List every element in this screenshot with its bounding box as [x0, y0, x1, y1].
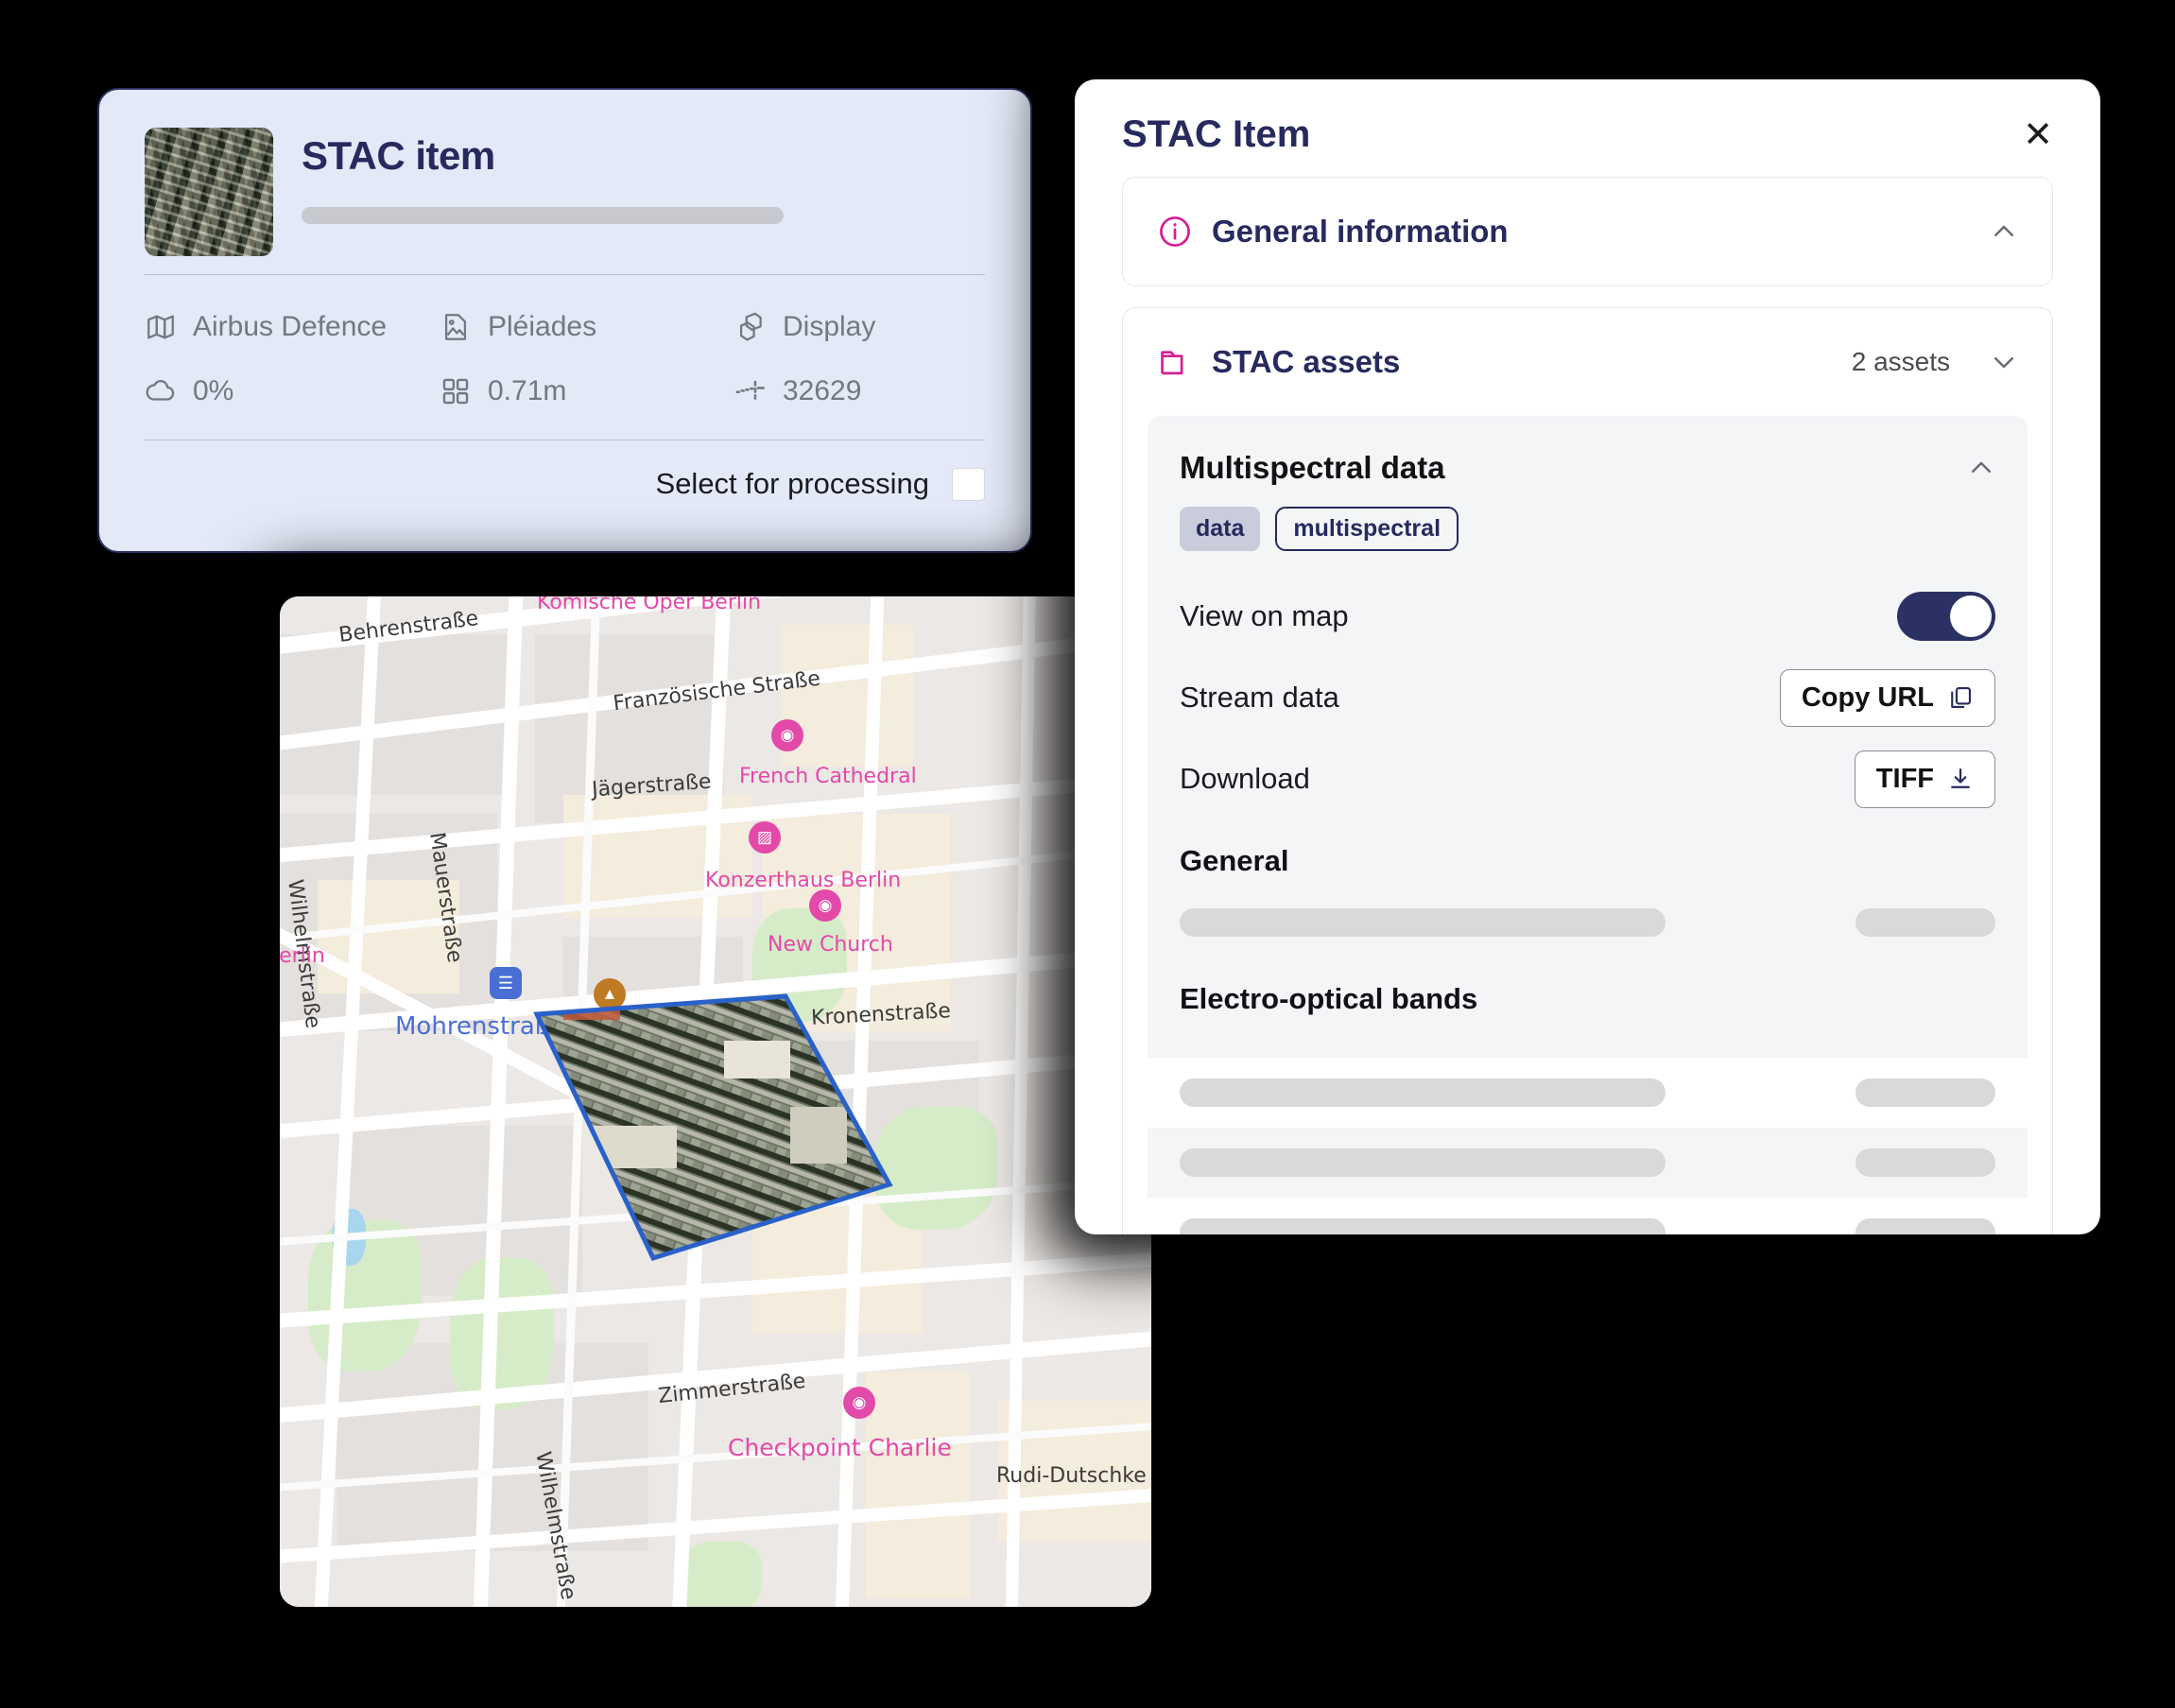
title-skeleton-bar [302, 207, 784, 224]
asset-tag-role[interactable]: data [1180, 507, 1260, 551]
metadata-provider-label: Airbus Defence [193, 311, 387, 343]
map-icon [145, 311, 177, 343]
detail-panel-title: STAC Item [1122, 113, 1310, 156]
skeleton-key [1180, 1218, 1666, 1234]
row-stream-data-label: Stream data [1180, 681, 1339, 715]
stac-assets-count: 2 assets [1852, 347, 1950, 377]
row-download[interactable]: Download TIFF [1148, 738, 2028, 819]
university-poi-icon[interactable]: ▲ [594, 978, 626, 1010]
skeleton-value [1856, 1148, 1995, 1177]
page-title: STAC item [302, 133, 985, 179]
skeleton-value [1856, 908, 1995, 937]
asset-title: Multispectral data [1180, 450, 1967, 486]
row-stream-data[interactable]: Stream data Copy URL [1148, 657, 2028, 738]
chevron-down-icon[interactable] [1990, 348, 2018, 376]
chevron-up-icon-asset[interactable] [1967, 454, 1995, 482]
table-row [1148, 1128, 2028, 1198]
map-label-rudi-dutschke: Rudi-Dutschke [996, 1464, 1147, 1488]
download-icon [1947, 766, 1974, 792]
map-label-french-cathedral: French Cathedral [739, 765, 917, 788]
route-shield-1: 1 [765, 1143, 803, 1175]
metadata-display-label: Display [783, 311, 875, 343]
stac-item-card[interactable]: STAC item Airbus Defence [97, 88, 1032, 553]
image-icon [440, 311, 472, 343]
metadata-platform-label: Pléiades [488, 311, 596, 343]
cube-icon [734, 311, 767, 343]
skeleton-key [1180, 908, 1666, 937]
section-general-information-title: General information [1212, 214, 1971, 250]
camera-poi-icon-new-church[interactable]: ◉ [809, 889, 841, 922]
bands-subsection-heading: Electro-optical bands [1148, 958, 2028, 1026]
camera-poi-icon-french-cathedral[interactable]: ◉ [771, 719, 803, 751]
map-panel[interactable]: Behrenstraße Komische Oper Berlin Franzö… [280, 596, 1151, 1607]
info-icon [1157, 214, 1193, 250]
dotted-line-icon [734, 375, 767, 407]
detail-panel-header: STAC Item ✕ [1075, 79, 2100, 177]
metadata-epsg: 32629 [734, 375, 985, 407]
cloud-icon [145, 375, 177, 407]
skeleton-key [1180, 1078, 1666, 1107]
stac-item-header: STAC item [145, 90, 985, 274]
metadata-provider: Airbus Defence [145, 311, 440, 343]
skeleton-value [1856, 1218, 1995, 1234]
folder-icon [1157, 344, 1193, 380]
map-label-checkpoint-charlie: Checkpoint Charlie [728, 1434, 952, 1461]
screenshot-stage: STAC item Airbus Defence [0, 0, 2175, 1708]
asset-tag-type[interactable]: multispectral [1275, 507, 1459, 551]
stac-item-detail-panel[interactable]: STAC Item ✕ General information [1075, 79, 2100, 1234]
skeleton-value [1856, 1078, 1995, 1107]
row-download-label: Download [1180, 762, 1310, 796]
general-subsection-heading: General [1148, 819, 2028, 888]
table-row [1148, 1198, 2028, 1234]
metadata-epsg-label: 32629 [783, 375, 861, 407]
section-stac-assets-title: STAC assets [1212, 344, 1833, 380]
toggle-knob [1950, 595, 1992, 637]
section-general-information-header[interactable]: General information [1123, 178, 2052, 285]
select-for-processing-checkbox[interactable] [952, 468, 985, 501]
electro-optical-bands-table [1148, 1058, 2028, 1234]
asset-tags: data multispectral [1148, 507, 2028, 576]
general-placeholder-row [1148, 888, 2028, 958]
section-stac-assets[interactable]: STAC assets 2 assets Multispectral data … [1122, 307, 2053, 1234]
download-tiff-button-label: TIFF [1876, 764, 1934, 795]
skeleton-key [1180, 1148, 1666, 1177]
metadata-cloud-cover: 0% [145, 375, 440, 407]
map-label-mohrenstrasse: Mohrenstraße [395, 1012, 565, 1041]
metadata-resolution: 0.71m [440, 375, 734, 407]
bands-spacer [1148, 1026, 2028, 1058]
metadata-cloud-label: 0% [193, 375, 233, 407]
metadata-platform: Pléiades [440, 311, 734, 343]
section-general-information[interactable]: General information [1122, 177, 2053, 286]
chevron-up-icon[interactable] [1990, 217, 2018, 246]
map-label-komische-oper: Komische Oper Berlin [537, 596, 761, 614]
stac-item-heading-block: STAC item [302, 128, 985, 224]
camera-poi-icon-checkpoint[interactable]: ◉ [843, 1387, 875, 1419]
stac-item-metadata-grid: Airbus Defence Pléiades Display [145, 275, 985, 440]
map-canvas[interactable]: Behrenstraße Komische Oper Berlin Franzö… [280, 596, 1151, 1607]
copy-url-button-label: Copy URL [1802, 682, 1934, 714]
copy-icon [1947, 684, 1974, 711]
metadata-display: Display [734, 311, 985, 343]
asset-card-header[interactable]: Multispectral data [1148, 416, 2028, 507]
view-on-map-toggle[interactable] [1897, 592, 1995, 641]
copy-url-button[interactable]: Copy URL [1780, 669, 1995, 727]
metadata-resolution-label: 0.71m [488, 375, 566, 407]
select-for-processing-row[interactable]: Select for processing [145, 440, 985, 527]
row-view-on-map-label: View on map [1180, 599, 1349, 633]
satellite-thumbnail[interactable] [145, 128, 273, 256]
asset-card-multispectral[interactable]: Multispectral data data multispectral Vi… [1148, 416, 2028, 1234]
table-row [1148, 1058, 2028, 1128]
theatre-poi-icon-konzerthaus[interactable]: ▨ [749, 821, 781, 854]
select-for-processing-label: Select for processing [656, 467, 929, 501]
map-label-konzerthaus: Konzerthaus Berlin [705, 869, 901, 892]
row-view-on-map[interactable]: View on map [1148, 576, 2028, 657]
close-icon[interactable]: ✕ [2023, 117, 2053, 153]
grid-icon [440, 375, 472, 407]
subway-station-icon-mohrenstrasse[interactable]: ☰ [490, 967, 522, 999]
map-label-new-church: New Church [768, 933, 893, 957]
map-label-berlin: Berlin [280, 944, 325, 968]
download-tiff-button[interactable]: TIFF [1855, 750, 1995, 808]
section-stac-assets-header[interactable]: STAC assets 2 assets [1123, 308, 2052, 416]
